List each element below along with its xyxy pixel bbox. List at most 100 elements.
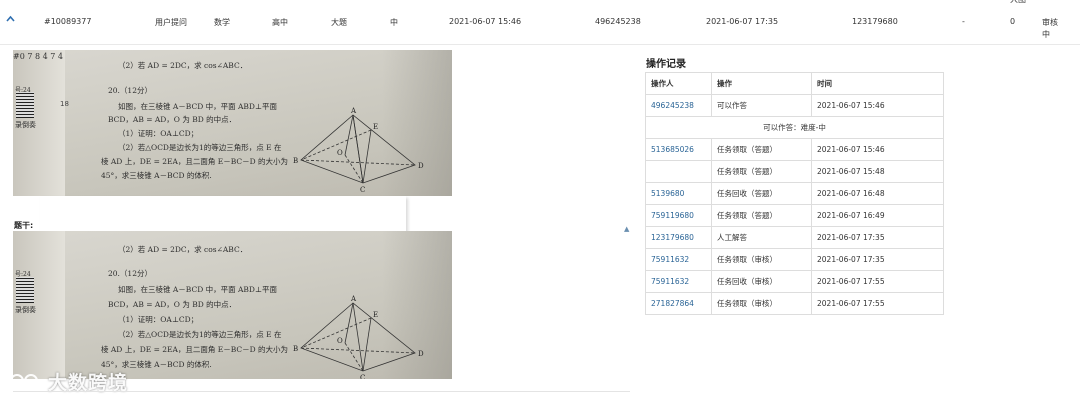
count-value: 0 xyxy=(1010,17,1016,26)
diagram-label: A xyxy=(350,295,357,303)
diagram-label: O xyxy=(337,149,343,157)
time-cell: 2021-06-07 17:55 xyxy=(811,270,944,293)
photo-page-number: 18 xyxy=(60,100,69,108)
action-cell: 任务领取（审核） xyxy=(711,248,812,271)
watermark-logo-icon xyxy=(9,374,38,391)
question-source: 用户提问 xyxy=(155,18,187,27)
diagram-label: O xyxy=(337,337,343,345)
time-cell: 2021-06-07 17:35 xyxy=(811,248,944,271)
creator-id: 496245238 xyxy=(595,17,641,26)
operator-link[interactable]: 271827864 xyxy=(645,292,712,315)
time-cell: 2021-06-07 15:48 xyxy=(811,160,944,183)
photo-line: （1）证明：OA⊥CD； xyxy=(118,315,199,324)
table-row: 496245238 可以作答 2021-06-07 15:46 xyxy=(645,94,944,117)
diagram-label: C xyxy=(360,186,365,194)
operator-link[interactable]: 75911632 xyxy=(645,270,712,293)
operator-link[interactable]: 123179680 xyxy=(645,226,712,249)
table-header-row: 操作人 操作 时间 xyxy=(645,72,944,95)
time-cell: 2021-06-07 17:35 xyxy=(811,226,944,249)
stem-photo[interactable]: 号:24 录倒奏 （2）若 AD = 2DC，求 cos∠ABC． 20.（12… xyxy=(13,231,452,379)
table-row-note: 可以作答：难度-中 xyxy=(645,116,944,139)
operator-link[interactable]: 5139680 xyxy=(645,182,712,205)
placeholder-dash: - xyxy=(962,17,965,26)
created-time: 2021-06-07 15:46 xyxy=(449,17,522,26)
photo-barcode-sub: 录倒奏 xyxy=(15,121,36,129)
diagram-label: A xyxy=(350,107,357,115)
action-cell: 可以作答 xyxy=(711,94,812,117)
chevron-up-icon[interactable] xyxy=(6,15,15,23)
log-title: 操作记录 xyxy=(646,59,686,70)
table-row: 5139680 任务回收（答题） 2021-06-07 16:48 xyxy=(645,182,944,205)
operation-log-table: 操作人 操作 时间 496245238 可以作答 2021-06-07 15:4… xyxy=(645,72,944,315)
time-cell: 2021-06-07 16:49 xyxy=(811,204,944,227)
photo-line: 20.（12分） xyxy=(108,269,152,278)
table-row: 123179680 人工解答 2021-06-07 17:35 xyxy=(645,226,944,249)
operator-link[interactable]: 496245238 xyxy=(645,94,712,117)
photo-side-numbers: #0 7 8 4 7 4 xyxy=(13,52,63,61)
action-cell: 任务领取（答题） xyxy=(711,160,812,183)
tetrahedron-diagram: A B C D E O xyxy=(293,107,424,194)
operator-link[interactable] xyxy=(645,160,712,183)
photo-line: 45°，求三棱锥 A－BCD 的体积. xyxy=(101,171,212,180)
question-grade: 高中 xyxy=(272,18,288,27)
barcode-image xyxy=(16,92,34,118)
operator-link[interactable]: 75911632 xyxy=(645,248,712,271)
photo-line: BCD，AB = AD，O 为 BD 的中点． xyxy=(108,300,237,309)
column-header-operator: 操作人 xyxy=(645,72,712,95)
photo-line: 如图，在三棱锥 A－BCD 中，平面 ABD⊥平面 xyxy=(118,102,277,111)
action-cell: 任务回收（审核） xyxy=(711,270,812,293)
table-row: 759119680 任务领取（答题） 2021-06-07 16:49 xyxy=(645,204,944,227)
question-type: 大题 xyxy=(331,18,347,27)
photo-line: （2）若 AD = 2DC，求 cos∠ABC． xyxy=(118,245,248,254)
operator-link[interactable]: 513685026 xyxy=(645,138,712,161)
table-row: 75911632 任务领取（审核） 2021-06-07 17:35 xyxy=(645,248,944,271)
photo-line: （1）证明：OA⊥CD； xyxy=(118,129,199,138)
time-cell: 2021-06-07 17:55 xyxy=(811,292,944,315)
column-header-fragment: 大图 xyxy=(1010,0,1026,5)
table-row: 271827864 任务领取（审核） 2021-06-07 17:55 xyxy=(645,292,944,315)
question-id: #10089377 xyxy=(44,17,92,26)
photo-line: 棱 AD 上，DE = 2EA，且二面角 E－BC－D 的大小为 xyxy=(101,345,289,354)
page: 大图 #10089377 用户提问 数学 高中 大题 中 2021-06-07 … xyxy=(0,0,1080,402)
photo-line: （2）若△OCD是边长为1的等边三角形，点 E 在 xyxy=(118,330,282,339)
table-row: 513685026 任务领取（答题） 2021-06-07 15:46 xyxy=(645,138,944,161)
photo-line: BCD，AB = AD，O 为 BD 的中点． xyxy=(108,115,237,124)
status-label: 审核中 xyxy=(1042,18,1058,39)
redaction-bar xyxy=(40,196,406,232)
action-cell: 任务领取（审核） xyxy=(711,292,812,315)
time-cell: 2021-06-07 16:48 xyxy=(811,182,944,205)
updated-time: 2021-06-07 17:35 xyxy=(706,17,779,26)
answerer-id: 123179680 xyxy=(852,17,898,26)
diagram-label: B xyxy=(293,345,298,353)
action-cell: 任务领取（答题） xyxy=(711,138,812,161)
action-cell: 任务领取（答题） xyxy=(711,204,812,227)
photo-line: 棱 AD 上，DE = 2EA，且二面角 E－BC－D 的大小为 xyxy=(101,157,289,166)
column-header-time: 时间 xyxy=(811,72,944,95)
column-header-action: 操作 xyxy=(711,72,812,95)
diagram-label: E xyxy=(373,123,378,131)
diagram-label: C xyxy=(360,374,365,379)
photo-line: 20.（12分） xyxy=(108,86,152,95)
action-cell: 任务回收（答题） xyxy=(711,182,812,205)
note-cell: 可以作答：难度-中 xyxy=(645,116,944,139)
photo-line: 如图，在三棱锥 A－BCD 中，平面 ABD⊥平面 xyxy=(118,285,277,294)
operator-link[interactable]: 759119680 xyxy=(645,204,712,227)
time-cell: 2021-06-07 15:46 xyxy=(811,138,944,161)
question-photo[interactable]: #0 7 8 4 7 4 号:24 录倒奏 18 （2）若 AD = 2DC，求… xyxy=(13,50,452,196)
diagram-label: D xyxy=(418,350,424,358)
tetrahedron-diagram: A B C D E O xyxy=(293,295,424,379)
photo-barcode-sub: 录倒奏 xyxy=(15,306,36,314)
question-difficulty: 中 xyxy=(390,18,398,27)
stem-label: 题干: xyxy=(14,221,34,230)
collapse-arrow-icon[interactable]: ▲ xyxy=(624,225,629,233)
diagram-label: D xyxy=(418,162,424,170)
barcode-image xyxy=(16,277,34,303)
diagram-label: B xyxy=(293,157,298,165)
question-summary-row[interactable]: 大图 #10089377 用户提问 数学 高中 大题 中 2021-06-07 … xyxy=(0,0,1080,45)
action-cell: 人工解答 xyxy=(711,226,812,249)
photo-line: （2）若△OCD是边长为1的等边三角形，点 E 在 xyxy=(118,143,282,152)
divider xyxy=(13,391,630,392)
table-row: 任务领取（答题） 2021-06-07 15:48 xyxy=(645,160,944,183)
photo-line: （2）若 AD = 2DC，求 cos∠ABC． xyxy=(118,61,248,70)
table-row: 75911632 任务回收（审核） 2021-06-07 17:55 xyxy=(645,270,944,293)
